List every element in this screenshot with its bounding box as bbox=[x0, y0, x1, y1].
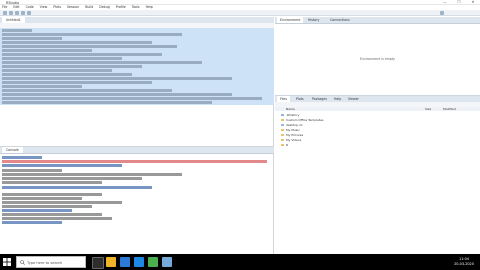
console-pane: Console bbox=[0, 146, 274, 254]
code-line bbox=[2, 33, 182, 36]
folder-icon bbox=[281, 128, 284, 132]
clock-date: 20-03-2020 bbox=[454, 262, 474, 266]
col-modified[interactable]: Modified bbox=[443, 107, 456, 111]
code-line bbox=[2, 53, 162, 56]
file-name[interactable]: desktop.ini bbox=[286, 123, 303, 127]
console-line bbox=[2, 197, 82, 200]
files-header: Name Size Modified bbox=[275, 107, 480, 111]
mail-icon[interactable] bbox=[134, 257, 144, 267]
search-placeholder: Type here to search bbox=[27, 260, 63, 265]
new-file-icon[interactable] bbox=[3, 11, 7, 15]
code-line bbox=[2, 29, 32, 32]
file-row[interactable]: Custom Office Templates bbox=[275, 118, 480, 122]
window-title: RStudio bbox=[6, 0, 20, 5]
file-row[interactable]: R bbox=[275, 143, 480, 147]
console-line bbox=[2, 213, 102, 216]
col-name[interactable]: Name bbox=[286, 107, 295, 111]
code-line bbox=[2, 97, 262, 100]
environment-pane: Environment History Connections Environm… bbox=[275, 17, 480, 96]
code-line bbox=[2, 61, 202, 64]
file-name[interactable]: My Pictures bbox=[286, 133, 303, 137]
col-size[interactable]: Size bbox=[425, 107, 431, 111]
tab-history[interactable]: History bbox=[305, 17, 322, 23]
code-line bbox=[2, 73, 132, 76]
search-icon bbox=[20, 260, 25, 265]
code-line bbox=[2, 69, 112, 72]
console-prompt[interactable] bbox=[2, 221, 62, 224]
file-name[interactable]: My Videos bbox=[286, 138, 301, 142]
console-line bbox=[2, 173, 182, 176]
rstudio-taskbar-icon[interactable] bbox=[162, 257, 172, 267]
env-tab-bar: Environment History Connections bbox=[275, 17, 480, 24]
tab-environment[interactable]: Environment bbox=[277, 17, 304, 23]
code-line bbox=[2, 77, 232, 80]
save-all-icon[interactable] bbox=[21, 11, 25, 15]
code-selection[interactable] bbox=[0, 28, 274, 105]
open-file-icon[interactable] bbox=[9, 11, 13, 15]
print-icon[interactable] bbox=[27, 11, 31, 15]
environment-empty-message: Environment is empty bbox=[359, 57, 396, 61]
folder-icon bbox=[281, 138, 284, 142]
file-name[interactable]: R bbox=[286, 143, 288, 147]
file-name[interactable]: .Rhistory bbox=[286, 113, 299, 117]
folder-icon bbox=[281, 143, 284, 147]
file-icon bbox=[281, 113, 284, 117]
code-line bbox=[2, 93, 232, 96]
console-line bbox=[2, 217, 112, 220]
file-row[interactable]: desktop.ini bbox=[275, 123, 480, 127]
console-line bbox=[2, 193, 102, 196]
console-tab[interactable]: Console bbox=[2, 147, 23, 153]
console-line bbox=[2, 177, 142, 180]
console-line bbox=[2, 205, 92, 208]
code-line bbox=[2, 89, 172, 92]
code-line bbox=[2, 45, 177, 48]
console-line bbox=[2, 186, 152, 189]
folder-icon bbox=[281, 118, 284, 122]
source-editor-pane: Untitled1 bbox=[0, 17, 274, 146]
windows-start-icon[interactable] bbox=[3, 258, 11, 266]
file-row[interactable]: .Rhistory bbox=[275, 113, 480, 117]
tab-connections[interactable]: Connections bbox=[327, 17, 353, 23]
edge-browser-icon[interactable] bbox=[120, 257, 130, 267]
taskbar-search-box[interactable]: Type here to search bbox=[16, 256, 86, 268]
task-view-icon[interactable] bbox=[92, 257, 104, 269]
main-toolbar bbox=[0, 10, 480, 16]
console-line bbox=[2, 209, 72, 212]
file-icon bbox=[281, 123, 284, 127]
code-line bbox=[2, 37, 62, 40]
file-name[interactable]: Custom Office Templates bbox=[286, 118, 323, 122]
project-icon[interactable] bbox=[440, 11, 444, 15]
file-row[interactable]: My Videos bbox=[275, 138, 480, 142]
store-icon[interactable] bbox=[148, 257, 158, 267]
folder-icon bbox=[281, 133, 284, 137]
console-line bbox=[2, 156, 42, 159]
code-line bbox=[2, 85, 82, 88]
code-line bbox=[2, 57, 122, 60]
code-line bbox=[2, 81, 152, 84]
files-pane: Files Plots Packages Help Viewer Name Si… bbox=[275, 96, 480, 254]
console-line bbox=[2, 181, 102, 184]
code-line bbox=[2, 41, 152, 44]
windows-taskbar: Type here to search 11:04 20-03-2020 bbox=[0, 254, 480, 270]
save-icon[interactable] bbox=[15, 11, 19, 15]
console-tab-bar: Console bbox=[0, 147, 274, 154]
console-line bbox=[2, 201, 122, 204]
taskbar-clock[interactable]: 11:04 20-03-2020 bbox=[450, 257, 478, 267]
file-row[interactable]: My Music bbox=[275, 128, 480, 132]
file-row[interactable]: My Pictures bbox=[275, 133, 480, 137]
file-name[interactable]: My Music bbox=[286, 128, 300, 132]
file-explorer-icon[interactable] bbox=[106, 257, 116, 267]
console-line bbox=[2, 169, 62, 172]
console-warning-line bbox=[2, 160, 267, 163]
code-line bbox=[2, 101, 212, 104]
console-line bbox=[2, 164, 122, 167]
code-line bbox=[2, 49, 92, 52]
code-line bbox=[2, 65, 142, 68]
